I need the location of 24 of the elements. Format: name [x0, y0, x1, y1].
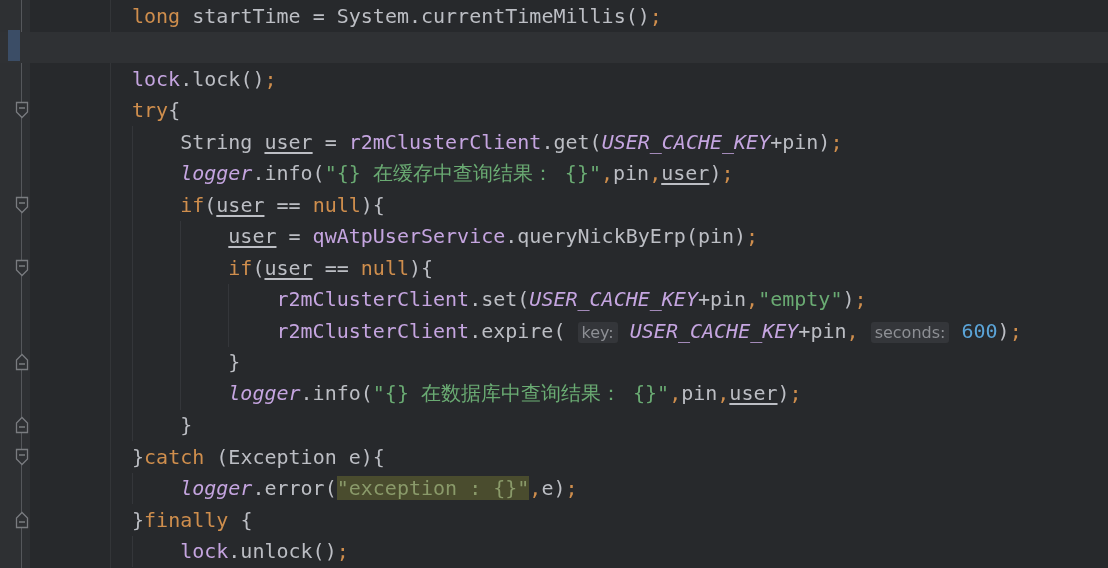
code-line: if(user == null){	[180, 192, 385, 217]
code-line: String user = r2mClusterClient.get(USER_CACHE_KEY+pin);	[180, 129, 843, 154]
code-line: }	[180, 413, 193, 438]
code-line: }	[228, 350, 241, 375]
code-line: if(user == null){	[228, 255, 434, 280]
fold-marker-icon[interactable]	[15, 510, 29, 529]
fold-marker-icon[interactable]	[15, 416, 29, 435]
fold-marker-icon[interactable]	[15, 195, 29, 214]
code-line: r2mClusterClient.expire( key: USER_CACHE_KEY+pin, seconds: 600);	[276, 318, 1022, 343]
code-line: logger.info("{} 在缓存中查询结果： {}",pin,user);	[180, 159, 734, 187]
code-line: logger.info("{} 在数据库中查询结果： {}",pin,user);	[228, 380, 802, 408]
code-line: r2mClusterClient.set(USER_CACHE_KEY+pin,"empty");	[276, 287, 867, 312]
code-line: logger.error("exception : {}",e);	[180, 476, 578, 501]
code-line: try{	[132, 98, 181, 123]
code-line: lock.unlock();	[180, 539, 349, 564]
code-line: }finally {	[132, 507, 253, 532]
fold-marker-icon[interactable]	[15, 101, 29, 120]
fold-marker-icon[interactable]	[15, 353, 29, 372]
fold-marker-icon[interactable]	[15, 258, 29, 277]
fold-marker-icon[interactable]	[15, 447, 29, 466]
code-line: lock.lock();	[132, 66, 277, 91]
code-line: }catch (Exception e){	[132, 444, 385, 469]
code-line: long startTime = System.currentTimeMillis();	[132, 3, 662, 28]
code-line: user = qwAtpUserService.queryNickByErp(pin);	[228, 224, 759, 249]
